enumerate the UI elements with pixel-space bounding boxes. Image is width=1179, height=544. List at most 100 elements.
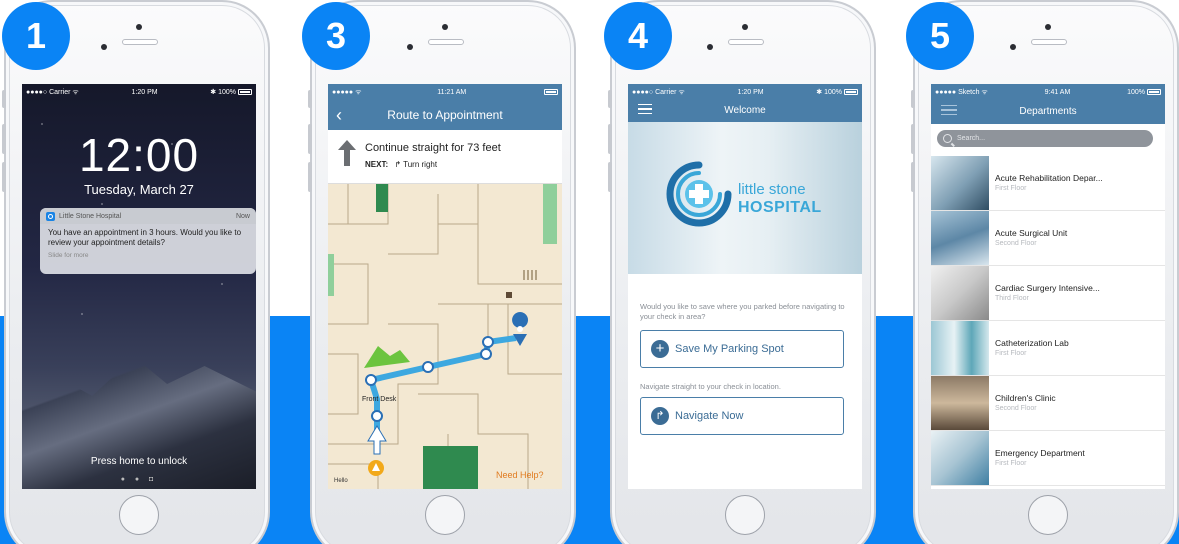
clinic-hallway-photo (931, 376, 989, 430)
department-name: Acute Rehabilitation Depar... (995, 173, 1103, 183)
welcome-screen: ●●●●○ Carrier ᯤ 1:20 PM ✱ 100% Welcome l… (628, 84, 862, 489)
next-label: NEXT: (365, 160, 389, 169)
step-badge-4: 4 (604, 2, 672, 70)
home-button[interactable] (725, 495, 765, 535)
department-row[interactable]: Acute Surgical Unit Second Floor (931, 211, 1165, 266)
departments-screen: ●●●●● Sketch ᯤ 9:41 AM 100% Departments … (931, 84, 1165, 489)
indoor-map[interactable] (328, 184, 562, 489)
status-bar: ●●●●● ᯤ 11:21 AM (328, 84, 562, 100)
volume-up-button (2, 124, 6, 154)
status-time: 1:20 PM (131, 88, 158, 96)
logo-line-1: little stone (738, 181, 806, 198)
hospital-hero-banner: little stone HOSPITAL (628, 122, 862, 274)
search-placeholder: Search... (957, 135, 986, 142)
battery-icon (843, 89, 858, 96)
notification-header: Little Stone Hospital Now (40, 208, 256, 224)
navigation-bar: ●●●●○ Carrier ᯤ 1:20 PM ✱ 100% Welcome (628, 84, 862, 122)
lock-date: Tuesday, March 27 (84, 182, 194, 197)
department-floor: First Floor (995, 185, 1027, 192)
front-camera (136, 24, 142, 30)
department-row[interactable]: Cardiac Surgery Intensive... Third Floor (931, 266, 1165, 321)
battery-icon (237, 89, 252, 96)
status-bar: ●●●●○ Carrier ᯤ 1:20 PM ✱ 100% (628, 84, 862, 100)
home-button[interactable] (1028, 495, 1068, 535)
earpiece-speaker (1031, 39, 1067, 45)
proximity-sensor (407, 44, 413, 50)
turn-instruction-card: Continue straight for 73 feet NEXT: ↱ Tu… (328, 130, 562, 184)
carrier-signal: ●●●●○ Carrier ᯤ (26, 88, 79, 96)
volume-down-button (608, 162, 612, 192)
surgical-unit-photo (931, 211, 989, 265)
department-row[interactable]: Emergency Department First Floor (931, 431, 1165, 486)
department-name: Catheterization Lab (995, 338, 1069, 348)
battery-label: ✱ 100% (210, 89, 236, 96)
unlock-prompt: Press home to unlock (90, 456, 188, 467)
status-bar: ●●●●○ Carrier ᯤ 1:20 PM ✱ 100% (22, 84, 256, 100)
plus-circle-icon: + (651, 340, 669, 358)
turn-right-icon: ↱ (394, 160, 402, 169)
need-help-link[interactable]: Need Help? (496, 470, 544, 480)
parking-question: Would you like to save where you parked … (640, 302, 845, 321)
search-input[interactable]: Search... (937, 130, 1153, 147)
status-time: 9:41 AM (1044, 88, 1071, 96)
mute-switch (308, 90, 312, 108)
search-bar: Search... (931, 124, 1165, 150)
home-button[interactable] (119, 495, 159, 535)
hospital-logo-icon (666, 161, 732, 227)
department-row[interactable]: Children's Clinic Second Floor (931, 376, 1165, 431)
phone-lock-screen: ●●●●○ Carrier ᯤ 1:20 PM ✱ 100% 12:00 Tue… (2, 0, 270, 544)
next-instruction: NEXT: ↱ Turn right (365, 160, 437, 169)
department-row[interactable]: Catheterization Lab First Floor (931, 321, 1165, 376)
hospital-app-icon (46, 211, 55, 221)
route-title: Route to Appointment (387, 108, 503, 122)
mute-switch (2, 90, 6, 108)
straight-arrow-icon (338, 140, 356, 166)
emergency-photo (931, 431, 989, 485)
map-drawing (328, 184, 562, 489)
volume-up-button (308, 124, 312, 154)
navigation-bar: ●●●●● Sketch ᯤ 9:41 AM 100% Departments (931, 84, 1165, 124)
department-name: Emergency Department (995, 448, 1085, 458)
step-badge-5: 5 (906, 2, 974, 70)
department-row[interactable]: Acute Rehabilitation Depar... First Floor (931, 156, 1165, 211)
front-camera (742, 24, 748, 30)
lock-screen: ●●●●○ Carrier ᯤ 1:20 PM ✱ 100% 12:00 Tue… (22, 84, 256, 489)
phone-route-screen: ●●●●● ᯤ 11:21 AM ‹ Route to Appointment … (308, 0, 576, 544)
volume-down-button (911, 162, 915, 192)
welcome-title: Welcome (724, 105, 766, 116)
department-name: Acute Surgical Unit (995, 228, 1068, 238)
appointment-notification[interactable]: Little Stone Hospital Now You have an ap… (40, 208, 256, 274)
current-instruction: Continue straight for 73 feet (365, 142, 501, 154)
home-button[interactable] (425, 495, 465, 535)
proximity-sensor (707, 44, 713, 50)
turn-arrow-icon: ↱ (651, 407, 669, 425)
battery-indicator (542, 88, 558, 96)
save-parking-label: Save My Parking Spot (675, 343, 784, 355)
department-name: Children's Clinic (995, 393, 1056, 403)
battery-indicator: 100% (1127, 89, 1161, 96)
earpiece-speaker (728, 39, 764, 45)
page-dots: ● ● ◘ (120, 476, 158, 483)
step-badge-3: 3 (302, 2, 370, 70)
departments-title: Departments (1019, 106, 1077, 117)
logo-line-2: HOSPITAL (738, 199, 822, 216)
battery-icon (1146, 88, 1161, 95)
front-camera (1045, 24, 1051, 30)
stethoscope-photo (931, 156, 989, 210)
carrier-signal: ●●●●● Sketch ᯤ (935, 88, 988, 96)
notification-app-name: Little Stone Hospital (59, 212, 122, 220)
route-screen: ●●●●● ᯤ 11:21 AM ‹ Route to Appointment … (328, 84, 562, 489)
department-name: Cardiac Surgery Intensive... (995, 283, 1100, 293)
search-icon (943, 134, 952, 143)
carrier-signal: ●●●●● ᯤ (332, 88, 362, 96)
department-floor: Third Floor (995, 295, 1029, 302)
step-badge-1: 1 (2, 2, 70, 70)
proximity-sensor (1010, 44, 1016, 50)
volume-up-button (911, 124, 915, 154)
department-floor: Second Floor (995, 240, 1037, 247)
proximity-sensor (101, 44, 107, 50)
battery-indicator: ✱ 100% (210, 88, 252, 96)
save-parking-spot-button[interactable]: + Save My Parking Spot (640, 330, 844, 368)
battery-indicator: ✱ 100% (816, 88, 858, 96)
navigate-now-button[interactable]: ↱ Navigate Now (640, 397, 844, 435)
